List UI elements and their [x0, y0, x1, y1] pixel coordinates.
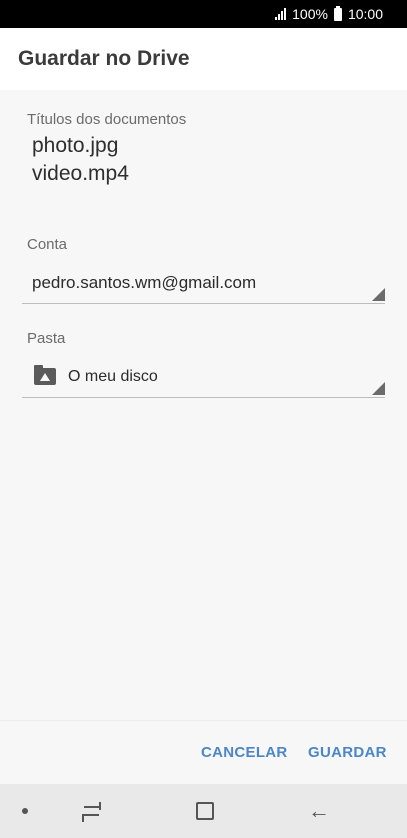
save-button[interactable]: GUARDAR [308, 744, 387, 761]
form-content: Títulos dos documentos photo.jpg video.m… [0, 90, 407, 720]
signal-icon [275, 8, 287, 20]
dropdown-arrow-icon [372, 382, 385, 395]
navigation-bar: ← [0, 784, 407, 838]
account-dropdown[interactable]: pedro.santos.wm@gmail.com [22, 262, 385, 304]
dropdown-arrow-icon [372, 288, 385, 301]
document-title-2: video.mp4 [32, 162, 129, 185]
home-icon[interactable] [196, 802, 214, 820]
app-header: Guardar no Drive [0, 28, 407, 90]
drive-folder-icon [34, 365, 56, 385]
folder-dropdown[interactable]: O meu disco [22, 356, 385, 398]
cancel-button[interactable]: CANCELAR [201, 744, 288, 761]
documents-label: Títulos dos documentos [27, 111, 187, 128]
battery-percent: 100% [292, 6, 328, 22]
recent-apps-icon[interactable] [82, 802, 101, 822]
back-icon[interactable]: ← [308, 800, 330, 822]
folder-label: Pasta [27, 330, 66, 347]
battery-icon [333, 5, 342, 21]
account-value: pedro.santos.wm@gmail.com [32, 272, 257, 292]
action-bar: CANCELAR GUARDAR [0, 720, 407, 784]
document-title-1: photo.jpg [32, 134, 119, 157]
status-bar: 100% 10:00 [0, 0, 407, 28]
clock: 10:00 [347, 6, 383, 22]
nav-dot-icon[interactable] [22, 808, 28, 814]
account-label: Conta [27, 236, 68, 253]
folder-value: O meu disco [68, 367, 158, 385]
page-title: Guardar no Drive [18, 47, 190, 70]
